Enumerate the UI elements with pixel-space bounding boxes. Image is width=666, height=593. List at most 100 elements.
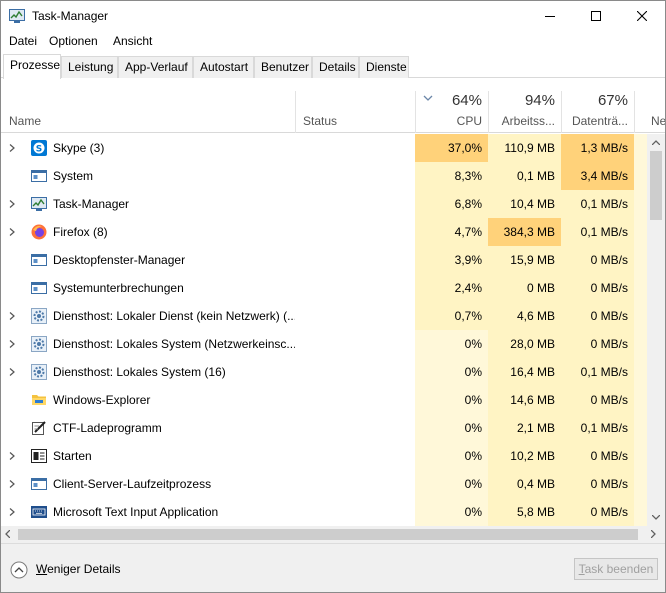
process-name-cell: Firefox (8)	[1, 218, 295, 246]
menu-optionen[interactable]: Optionen	[49, 34, 98, 48]
collapse-up-icon[interactable]	[10, 561, 28, 579]
system-window-icon	[31, 282, 47, 294]
end-task-button[interactable]: Task beenden	[574, 558, 658, 580]
process-name-cell: Diensthost: Lokales System (Netzwerkeins…	[1, 330, 295, 358]
scroll-down-icon[interactable]	[652, 515, 660, 520]
table-row[interactable]: Firefox (8) 4,7% 384,3 MB 0,1 MB/s	[1, 218, 647, 246]
process-status-cell	[295, 470, 415, 498]
table-row[interactable]: System 8,3% 0,1 MB 3,4 MB/s	[1, 162, 647, 190]
task-manager-icon	[9, 9, 25, 23]
tab-app-verlauf[interactable]: App-Verlauf	[118, 56, 193, 78]
title-bar[interactable]: Task-Manager	[1, 1, 665, 31]
process-network-cell	[634, 442, 647, 470]
pen-icon	[32, 421, 46, 435]
column-header-name[interactable]: Name	[1, 91, 295, 133]
process-name: CTF-Ladeprogramm	[53, 421, 162, 435]
table-row[interactable]: Windows-Explorer 0% 14,6 MB 0 MB/s	[1, 386, 647, 414]
process-name-cell: CTF-Ladeprogramm	[1, 414, 295, 442]
column-header-network[interactable]: Ne	[634, 91, 665, 133]
column-header-status[interactable]: Status	[295, 91, 415, 133]
table-row[interactable]: S Skype (3) 37,0% 110,9 MB 1,3 MB/s	[1, 134, 647, 162]
process-memory-cell: 110,9 MB	[488, 134, 561, 162]
process-memory-cell: 14,6 MB	[488, 386, 561, 414]
expand-chevron-icon[interactable]	[9, 368, 15, 376]
expand-chevron-icon[interactable]	[9, 312, 15, 320]
table-row[interactable]: Microsoft Text Input Application 0% 5,8 MB…	[1, 498, 647, 526]
close-icon	[637, 11, 647, 21]
expand-chevron-icon[interactable]	[9, 340, 15, 348]
tab-autostart[interactable]: Autostart	[193, 56, 254, 78]
vertical-scroll-thumb[interactable]	[650, 151, 662, 220]
process-disk-cell: 0,1 MB/s	[561, 358, 634, 386]
table-row[interactable]: Diensthost: Lokales System (16) 0% 16,4 MB…	[1, 358, 647, 386]
horizontal-scrollbar[interactable]	[1, 526, 665, 543]
process-network-cell	[634, 218, 647, 246]
process-cpu-cell: 0%	[415, 330, 488, 358]
process-disk-cell: 1,3 MB/s	[561, 134, 634, 162]
expand-chevron-icon[interactable]	[9, 228, 15, 236]
keyboard-icon	[31, 506, 47, 518]
table-row[interactable]: Starten 0% 10,2 MB 0 MB/s	[1, 442, 647, 470]
menu-datei[interactable]: Datei	[9, 34, 37, 48]
process-network-cell	[634, 498, 647, 526]
column-header-disk[interactable]: 67% Datenträ...	[561, 91, 634, 133]
system-window-icon	[31, 254, 47, 266]
process-cpu-cell: 0%	[415, 414, 488, 442]
process-name-cell: Task-Manager	[1, 190, 295, 218]
vertical-scrollbar[interactable]	[647, 134, 665, 526]
process-network-cell	[634, 134, 647, 162]
close-button[interactable]	[619, 1, 665, 31]
process-disk-cell: 0 MB/s	[561, 498, 634, 526]
process-name-cell: Diensthost: Lokaler Dienst (kein Netzwer…	[1, 302, 295, 330]
menu-bar: Datei Optionen Ansicht	[1, 31, 665, 53]
tab-bar: Prozesse Leistung App-Verlauf Autostart …	[1, 54, 665, 79]
sort-descending-icon	[423, 95, 433, 101]
expand-chevron-icon[interactable]	[9, 200, 15, 208]
minimize-button[interactable]	[527, 1, 573, 31]
table-row[interactable]: Client-Server-Laufzeitprozess 0% 0,4 MB 0 M…	[1, 470, 647, 498]
scroll-left-icon[interactable]	[5, 530, 10, 538]
tab-prozesse[interactable]: Prozesse	[3, 54, 61, 79]
process-status-cell	[295, 274, 415, 302]
gear-icon	[31, 364, 47, 380]
expand-chevron-icon[interactable]	[9, 508, 15, 516]
table-row[interactable]: Desktopfenster-Manager 3,9% 15,9 MB 0 MB/s	[1, 246, 647, 274]
column-header-memory[interactable]: 94% Arbeitss...	[488, 91, 561, 133]
process-name-cell: System	[1, 162, 295, 190]
table-row[interactable]: CTF-Ladeprogramm 0% 2,1 MB 0,1 MB/s	[1, 414, 647, 442]
menu-ansicht[interactable]: Ansicht	[113, 34, 152, 48]
table-row[interactable]: Diensthost: Lokaler Dienst (kein Netzwer…	[1, 302, 647, 330]
maximize-button[interactable]	[573, 1, 619, 31]
process-status-cell	[295, 330, 415, 358]
process-cpu-cell: 6,8%	[415, 190, 488, 218]
scroll-right-icon[interactable]	[651, 530, 656, 538]
process-disk-cell: 0 MB/s	[561, 386, 634, 414]
firefox-icon	[31, 224, 47, 240]
task-manager-icon	[31, 197, 47, 211]
tab-details[interactable]: Details	[312, 56, 359, 78]
scroll-up-icon[interactable]	[652, 140, 660, 145]
process-memory-cell: 10,4 MB	[488, 190, 561, 218]
table-row[interactable]: Diensthost: Lokales System (Netzwerkeins…	[1, 330, 647, 358]
tab-leistung[interactable]: Leistung	[61, 56, 118, 78]
process-status-cell	[295, 498, 415, 526]
tab-dienste[interactable]: Dienste	[359, 56, 409, 78]
process-status-cell	[295, 162, 415, 190]
expand-chevron-icon[interactable]	[9, 452, 15, 460]
tab-benutzer[interactable]: Benutzer	[254, 56, 312, 78]
process-status-cell	[295, 358, 415, 386]
process-network-cell	[634, 302, 647, 330]
process-name: Microsoft Text Input Application	[53, 505, 219, 519]
process-cpu-cell: 8,3%	[415, 162, 488, 190]
expand-chevron-icon[interactable]	[9, 480, 15, 488]
table-row[interactable]: Task-Manager 6,8% 10,4 MB 0,1 MB/s	[1, 190, 647, 218]
gear-icon	[31, 308, 47, 324]
process-cpu-cell: 4,7%	[415, 218, 488, 246]
table-row[interactable]: Systemunterbrechungen 2,4% 0 MB 0 MB/s	[1, 274, 647, 302]
process-memory-cell: 16,4 MB	[488, 358, 561, 386]
expand-chevron-icon[interactable]	[9, 144, 15, 152]
fewer-details-link[interactable]: Weniger Details	[36, 562, 120, 576]
horizontal-scroll-thumb[interactable]	[18, 529, 638, 540]
process-network-cell	[634, 274, 647, 302]
process-network-cell	[634, 358, 647, 386]
